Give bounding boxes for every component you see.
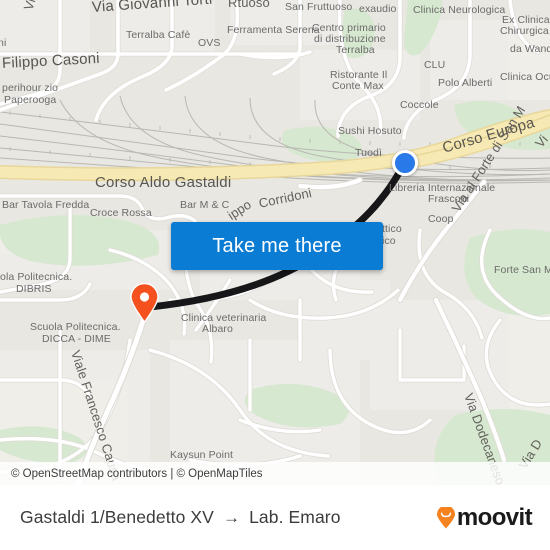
moovit-wordmark: moovit [456, 503, 533, 531]
take-me-there-button[interactable]: Take me there [171, 222, 383, 270]
map-attribution: © OpenStreetMap contributors | © OpenMap… [0, 462, 550, 485]
route-destination-label: Lab. Emaro [249, 507, 341, 527]
route-origin-label: Gastaldi 1/Benedetto XV [20, 507, 214, 527]
trip-map-screen: .rd { stroke:#ffffff; fill:none; stroke-… [0, 0, 550, 550]
moovit-pin-icon [436, 506, 455, 528]
arrow-right-icon: → [222, 508, 241, 527]
bottom-bar: Gastaldi 1/Benedetto XV → Lab. Emaro moo… [0, 485, 550, 550]
map-canvas[interactable]: .rd { stroke:#ffffff; fill:none; stroke-… [0, 0, 550, 485]
route-title: Gastaldi 1/Benedetto XV → Lab. Emaro [20, 507, 341, 528]
attribution-text: © OpenStreetMap contributors | © OpenMap… [11, 467, 263, 480]
moovit-logo[interactable]: moovit [436, 503, 533, 532]
